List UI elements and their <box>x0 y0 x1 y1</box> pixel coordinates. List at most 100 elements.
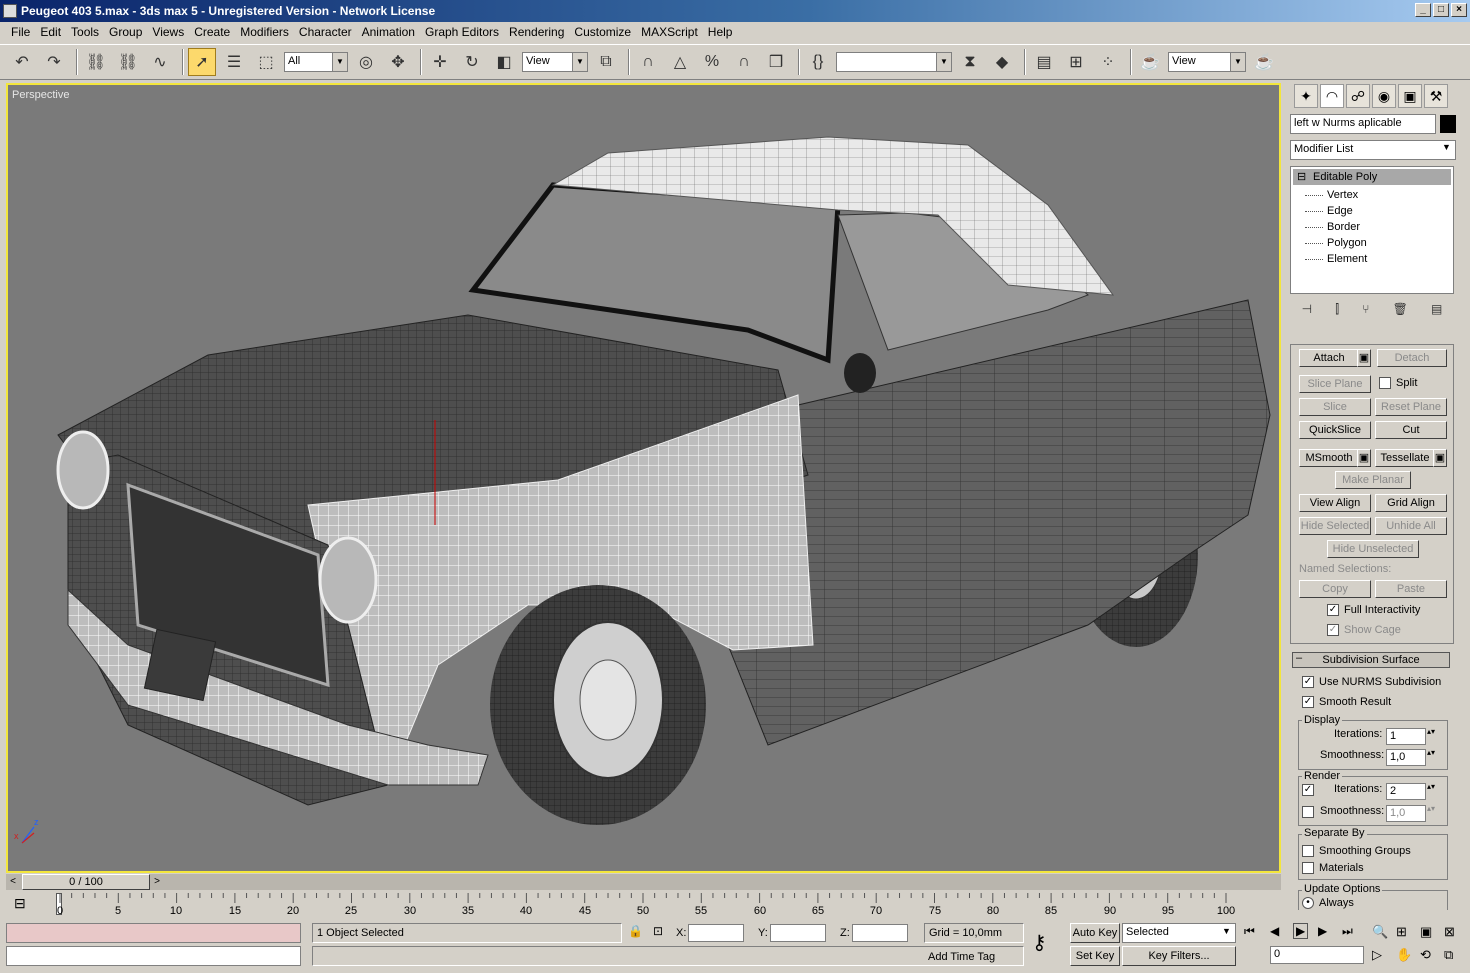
configure-sets-icon[interactable]: ▤ <box>1431 302 1442 316</box>
chevron-down-icon[interactable]: ▼ <box>1442 142 1451 152</box>
tessellate-button[interactable]: Tessellate <box>1375 449 1435 467</box>
display-tab-icon[interactable]: ▣ <box>1398 84 1422 108</box>
named-selection-sets-icon[interactable]: {} <box>804 48 832 76</box>
maximize-viewport-icon[interactable]: ⧉ <box>1444 947 1453 963</box>
maxscript-listener-field[interactable] <box>6 923 301 943</box>
remove-modifier-icon[interactable]: 🗑 <box>1393 302 1408 316</box>
pivot-center-icon[interactable]: ⧉ <box>592 48 620 76</box>
stack-subobject-polygon[interactable]: Polygon <box>1291 235 1453 251</box>
object-name-field[interactable]: left w Nurms aplicable <box>1290 114 1436 134</box>
redo-icon[interactable]: ↷ <box>40 48 68 76</box>
mirror-icon[interactable]: ⧗ <box>956 48 984 76</box>
stack-subobject-element[interactable]: Element <box>1291 251 1453 267</box>
x-coordinate-field[interactable] <box>688 924 744 942</box>
render-smoothness-spinner[interactable]: 1,0 <box>1386 805 1437 822</box>
render-view-dropdown[interactable]: View <box>1168 52 1246 72</box>
menu-views[interactable]: Views <box>147 25 189 39</box>
align-icon[interactable]: ◆ <box>988 48 1016 76</box>
grid-align-button[interactable]: Grid Align <box>1375 494 1447 512</box>
menu-character[interactable]: Character <box>294 25 357 39</box>
time-slider-next-arrow[interactable]: > <box>150 874 164 890</box>
stack-subobject-vertex[interactable]: Vertex <box>1291 187 1453 203</box>
angle-snap-icon[interactable]: △ <box>666 48 694 76</box>
window-crossing-icon[interactable]: ◎ <box>352 48 380 76</box>
selection-filter-dropdown[interactable]: All <box>284 52 348 72</box>
track-view-icon[interactable]: ▤ <box>1030 48 1058 76</box>
cut-button[interactable]: Cut <box>1375 421 1447 439</box>
perspective-viewport[interactable]: Perspective z x <box>6 83 1281 873</box>
select-and-link-icon[interactable]: ⛓ <box>82 48 110 76</box>
key-mode-dropdown[interactable]: Selected <box>1122 923 1236 943</box>
zoom-icon[interactable]: 🔍 <box>1372 924 1388 940</box>
car-body-side[interactable] <box>727 299 1271 746</box>
copy-button[interactable]: Copy <box>1299 580 1371 598</box>
pin-stack-icon[interactable]: ⊣ <box>1302 302 1312 316</box>
bind-space-warp-icon[interactable]: ∿ <box>146 48 174 76</box>
menu-graph-editors[interactable]: Graph Editors <box>420 25 504 39</box>
paste-button[interactable]: Paste <box>1375 580 1447 598</box>
go-to-start-icon[interactable]: ⏮ <box>1244 924 1255 939</box>
reset-plane-button[interactable]: Reset Plane <box>1375 398 1447 416</box>
zoom-all-icon[interactable]: ⊞ <box>1396 924 1407 940</box>
hide-selected-button[interactable]: Hide Selected <box>1299 517 1371 535</box>
make-planar-button[interactable]: Make Planar <box>1335 471 1411 489</box>
menu-create[interactable]: Create <box>189 25 235 39</box>
modifier-list-dropdown[interactable]: Modifier List <box>1290 140 1456 160</box>
quick-render-icon[interactable]: ☕ <box>1250 48 1278 76</box>
add-time-tag-button[interactable]: Add Time Tag <box>928 951 995 963</box>
menu-file[interactable]: File <box>6 25 35 39</box>
unhide-all-button[interactable]: Unhide All <box>1375 517 1447 535</box>
pan-icon[interactable]: ✋ <box>1396 947 1412 963</box>
reference-coordinate-dropdown[interactable]: View <box>522 52 588 72</box>
render-scene-icon[interactable]: ☕ <box>1136 48 1164 76</box>
create-tab-icon[interactable]: ✦ <box>1294 84 1318 108</box>
undo-icon[interactable]: ↶ <box>8 48 36 76</box>
modify-tab-icon[interactable]: ◠ <box>1320 84 1344 108</box>
menu-edit[interactable]: Edit <box>35 25 66 39</box>
select-manipulate-icon[interactable]: ✥ <box>384 48 412 76</box>
left-headlight[interactable] <box>56 430 110 510</box>
viewport-label[interactable]: Perspective <box>12 89 69 101</box>
show-end-result-icon[interactable]: ⫿ <box>1335 302 1339 317</box>
lock-selection-icon[interactable]: 🔒 <box>628 924 643 938</box>
maxscript-output-field[interactable] <box>6 946 301 966</box>
utilities-tab-icon[interactable]: ⚒ <box>1424 84 1448 108</box>
smooth-result-checkbox[interactable]: ✓ Smooth Result <box>1302 696 1391 708</box>
unlink-icon[interactable]: ⛓ <box>114 48 142 76</box>
select-and-scale-icon[interactable]: ◧ <box>490 48 518 76</box>
stack-subobject-border[interactable]: Border <box>1291 219 1453 235</box>
render-iterations-checkbox[interactable]: ✓ <box>1302 784 1314 796</box>
slice-plane-button[interactable]: Slice Plane <box>1299 375 1371 393</box>
msmooth-settings-button[interactable]: ▣ <box>1357 449 1371 467</box>
hierarchy-tab-icon[interactable]: ☍ <box>1346 84 1370 108</box>
zoom-extents-all-icon[interactable]: ⊠ <box>1444 924 1455 940</box>
select-and-move-icon[interactable]: ✛ <box>426 48 454 76</box>
rectangular-selection-icon[interactable]: ⬚ <box>252 48 280 76</box>
stack-subobject-edge[interactable]: Edge <box>1291 203 1453 219</box>
key-filters-button[interactable]: Key Filters... <box>1122 946 1236 966</box>
menu-animation[interactable]: Animation <box>357 25 420 39</box>
percent-snap-icon[interactable]: % <box>698 48 726 76</box>
render-iterations-spinner[interactable]: 2 <box>1386 783 1437 800</box>
car-wireframe-model[interactable]: z x <box>8 85 1279 871</box>
menu-modifiers[interactable]: Modifiers <box>235 25 294 39</box>
menu-group[interactable]: Group <box>104 25 147 39</box>
y-coordinate-field[interactable] <box>770 924 826 942</box>
side-mirror[interactable] <box>844 353 876 393</box>
edit-named-selection-icon[interactable]: ❒ <box>762 48 790 76</box>
render-smoothness-checkbox[interactable] <box>1302 806 1314 818</box>
named-selection-dropdown[interactable] <box>836 52 952 72</box>
stack-item-editable-poly[interactable]: Editable Poly <box>1293 169 1451 185</box>
current-frame-field[interactable]: 0 <box>1270 946 1364 964</box>
slice-button[interactable]: Slice <box>1299 398 1371 416</box>
auto-key-button[interactable]: Auto Key <box>1070 923 1120 943</box>
close-button[interactable]: × <box>1451 3 1467 17</box>
material-editor-icon[interactable]: ⁘ <box>1094 48 1122 76</box>
hide-unselected-button[interactable]: Hide Unselected <box>1327 540 1419 558</box>
smoothing-groups-checkbox[interactable]: Smoothing Groups <box>1302 845 1411 857</box>
play-icon[interactable]: ▶ <box>1293 923 1309 939</box>
right-headlight[interactable] <box>318 536 378 624</box>
show-cage-checkbox[interactable]: ✓ Show Cage <box>1327 624 1401 636</box>
modifier-stack[interactable]: Editable Poly Vertex Edge Border Polygon… <box>1290 166 1454 294</box>
select-object-icon[interactable]: ➚ <box>188 48 216 76</box>
